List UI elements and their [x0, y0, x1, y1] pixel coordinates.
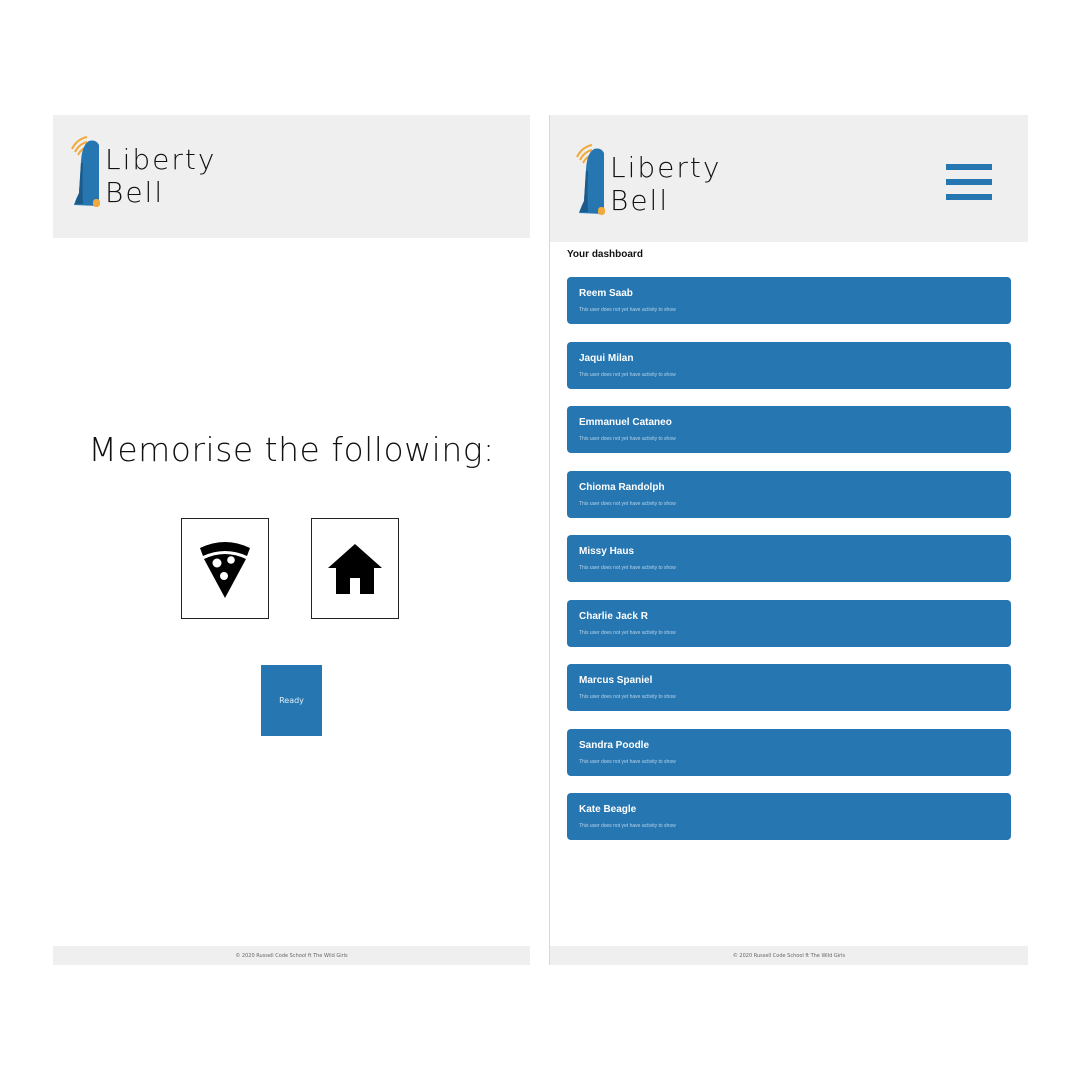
user-card-missy-haus[interactable]: Missy Haus This user does not yet have a…: [567, 535, 1011, 582]
user-status: This user does not yet have activity to …: [579, 759, 676, 765]
ready-button[interactable]: Ready: [261, 665, 322, 736]
footer-text: © 2020 Russell Code School ft The Wild G…: [235, 952, 348, 959]
user-card-charlie-jack-r[interactable]: Charlie Jack R This user does not yet ha…: [567, 600, 1011, 647]
user-status: This user does not yet have activity to …: [579, 565, 676, 571]
pizza-slice-icon: [200, 541, 250, 598]
user-name: Missy Haus: [579, 546, 635, 557]
user-name: Sandra Poodle: [579, 740, 650, 751]
user-status: This user does not yet have activity to …: [579, 630, 676, 636]
memory-card-pizza: [181, 518, 269, 619]
user-card-emmanuel-cataneo[interactable]: Emmanuel Cataneo This user does not yet …: [567, 406, 1011, 453]
user-status: This user does not yet have activity to …: [579, 501, 676, 507]
user-status: This user does not yet have activity to …: [579, 694, 676, 700]
logo-line-2: Bell: [610, 184, 670, 217]
user-name: Chioma Randolph: [579, 482, 665, 493]
user-card-jaqui-milan[interactable]: Jaqui Milan This user does not yet have …: [567, 342, 1011, 389]
logo-text: Liberty Bell: [105, 143, 216, 209]
user-card-sandra-poodle[interactable]: Sandra Poodle This user does not yet hav…: [567, 729, 1011, 776]
memorise-heading: Memorise the following:: [88, 430, 495, 469]
bell-logo-icon: [576, 144, 605, 215]
user-card-chioma-randolph[interactable]: Chioma Randolph This user does not yet h…: [567, 471, 1011, 518]
memory-card-house: [311, 518, 399, 619]
user-status: This user does not yet have activity to …: [579, 823, 676, 829]
user-name: Charlie Jack R: [579, 611, 648, 622]
user-card-marcus-spaniel[interactable]: Marcus Spaniel This user does not yet ha…: [567, 664, 1011, 711]
dashboard-title: Your dashboard: [567, 249, 643, 260]
logo-text: Liberty Bell: [610, 151, 721, 217]
hamburger-menu-icon[interactable]: [946, 164, 992, 200]
user-status: This user does not yet have activity to …: [579, 307, 676, 313]
memorise-screen: Liberty Bell Memorise the following: Rea…: [53, 115, 530, 965]
user-name: Jaqui Milan: [579, 353, 634, 364]
user-status: This user does not yet have activity to …: [579, 372, 676, 378]
logo-line-1: Liberty: [610, 151, 722, 184]
user-card-reem-saab[interactable]: Reem Saab This user does not yet have ac…: [567, 277, 1011, 324]
house-icon: [328, 543, 382, 594]
user-card-kate-beagle[interactable]: Kate Beagle This user does not yet have …: [567, 793, 1011, 840]
footer: © 2020 Russell Code School ft The Wild G…: [53, 946, 530, 965]
app-header: Liberty Bell: [53, 115, 530, 238]
bell-logo-icon: [71, 136, 100, 207]
footer-text: © 2020 Russell Code School ft The Wild G…: [732, 952, 846, 959]
app-header: Liberty Bell: [550, 115, 1028, 242]
user-name: Emmanuel Cataneo: [579, 417, 672, 428]
logo-line-1: Liberty: [105, 143, 217, 176]
logo-line-2: Bell: [105, 176, 165, 209]
user-name: Reem Saab: [579, 288, 633, 299]
footer: © 2020 Russell Code School ft The Wild G…: [550, 946, 1028, 965]
user-name: Kate Beagle: [579, 804, 637, 815]
user-name: Marcus Spaniel: [579, 675, 653, 686]
user-status: This user does not yet have activity to …: [579, 436, 676, 442]
dashboard-screen: Liberty Bell Your dashboard Reem Saab Th…: [549, 115, 1028, 965]
